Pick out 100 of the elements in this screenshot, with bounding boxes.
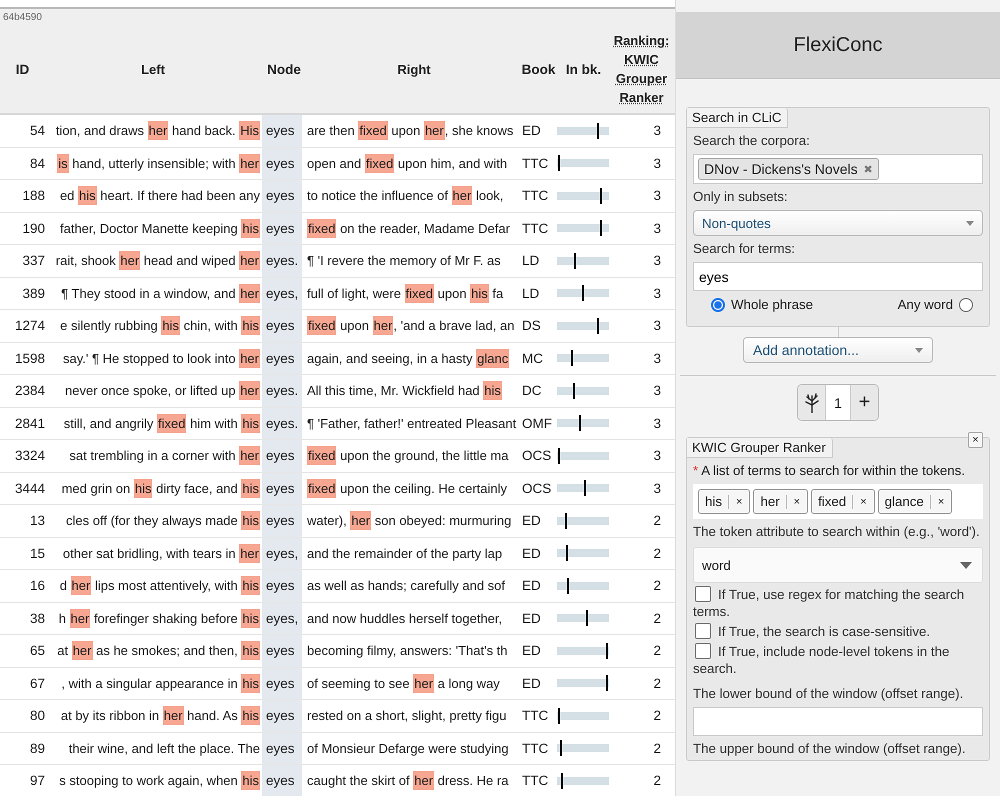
build-id: 64b4590 [2,11,43,25]
checkbox[interactable] [695,643,711,659]
column-header[interactable]: In bk. [555,25,610,113]
table-cell-text: 2 [652,610,662,628]
table-cell-text: 2 [652,544,662,563]
table-cell-text: 337 [21,252,46,270]
annotation-dropdown[interactable]: Add annotation... [743,337,933,363]
right-context: becoming filmy, answers: 'That's th [307,643,508,658]
node-word: eyes [262,570,302,602]
left-context: , with a singular appearance in his [61,676,260,691]
node-word: eyes [262,635,302,666]
checkbox-label[interactable]: If True, use regex for matching the search terms. [693,586,983,620]
right-context: and now huddles herself together, [307,610,502,626]
table-cell-text: 2 [652,740,662,758]
radio-label[interactable]: Whole phrase [731,297,814,312]
remove-tag-button[interactable]: × [930,496,952,508]
table-cell-text: 389 [21,284,46,303]
column-header[interactable]: ID [0,25,46,113]
table-cell-text: LD [521,252,540,270]
checkbox[interactable] [695,623,711,639]
table-cell-text: ED [521,512,542,530]
column-header[interactable]: Right [302,25,521,113]
tag-label: glance [878,494,931,508]
table-cell-text: 1598 [14,350,46,368]
table-cell-text: 2 [652,772,662,790]
table-cell-text: 97 [28,772,46,790]
remove-tag-button[interactable]: × [729,496,750,508]
table-cell-text: 80 [28,707,46,726]
table-cell-text: 3 [652,154,662,173]
close-button[interactable]: × [968,432,983,448]
node-word: eyes [262,115,302,146]
table-cell-text: 67 [28,674,46,693]
left-context: say.' ¶ He stopped to look into her [63,350,260,366]
table-cell-text: 2841 [14,414,46,433]
attribute-select[interactable]: word [693,547,983,583]
table-cell-text: OMF [521,414,553,433]
subset-select[interactable]: Non-quotes [693,210,983,236]
left-context: is hand, utterly insensible; with her [57,156,260,171]
checkbox-label[interactable]: If True, include node-level tokens in the search. [693,643,983,677]
radio-button[interactable] [711,298,725,312]
corpora-field[interactable]: DNov - Dickens's Novels ✖ [693,154,983,184]
column-header[interactable]: Node [262,25,302,113]
bound-input[interactable] [693,707,983,736]
caret-icon [960,562,972,568]
app-title: FlexiConc [794,34,882,56]
node-word: eyes [262,700,302,732]
table-cell-text: 15 [28,544,46,563]
left-context: d her lips most attentively, with his [60,578,260,594]
field-label: The upper bound of the window (offset range). [693,740,967,758]
table-cell-text: 3444 [14,480,46,498]
table-cell-text: 89 [28,740,46,758]
fieldset-legend: Search in CLiC [687,108,788,128]
add-button[interactable]: + [851,385,878,420]
table-cell-text: 3 [652,252,662,270]
table-cell-text: 190 [21,220,46,238]
column-header[interactable]: Book [521,25,555,113]
node-word: eyes [262,212,302,244]
column-header[interactable]: Ranking: KWIC Grouper Ranker [610,25,675,113]
remove-tag-button[interactable]: ✖ [864,162,873,176]
table-cell-text: ED [521,610,542,628]
right-context: fixed upon the ceiling. He certainly [307,480,508,496]
left-context: med grin on his dirty face, and his [62,480,260,496]
right-context: ¶ 'I revere the memory of Mr F. as [307,253,501,268]
remove-tag-button[interactable]: × [853,496,874,508]
checkbox[interactable] [695,586,711,602]
table-cell-text: TTC [521,220,550,238]
right-context: fixed on the reader, Madame Defar [307,220,510,236]
radio-label[interactable]: Any word [898,297,953,312]
node-word: eyes, [262,602,302,634]
table-cell-text: 3 [652,187,662,206]
table-cell-text: OCS [521,480,552,498]
node-word: eyes. [262,245,302,276]
table-cell-text: 54 [28,122,46,140]
left-context: cles off (for they always made his [66,513,260,528]
table-cell-text: 13 [28,512,46,530]
node-word: eyes, [262,278,302,309]
caret-icon [915,348,923,352]
node-word: eyes [262,342,302,374]
field-label: The token attribute to search within (e.g., 'word'). [693,523,981,541]
left-context: other sat bridling, with tears in her [62,546,260,561]
radio-button[interactable] [959,298,973,312]
left-context: rait, shook her head and wiped her [56,253,260,268]
remove-tag-button[interactable]: × [786,496,808,508]
checkbox-label[interactable]: If True, the search is case-sensitive. [693,623,983,640]
node-word: eyes [262,148,302,179]
terms-field[interactable]: his × her × fixed × glance × [693,484,983,519]
table-cell-text: 2384 [14,382,46,400]
right-context: again, and seeing, in a hasty glanc [307,350,510,366]
table-cell-text: 3 [652,220,662,238]
table-cell-text: ED [521,122,542,140]
step-value: 1 [825,385,851,420]
terms-input[interactable]: eyes [693,262,983,291]
left-context: ed his heart. If there had been any [60,188,260,204]
tree-button[interactable] [798,385,825,420]
table-cell-text: 3 [652,382,662,400]
right-context: full of light, were fixed upon his fa [307,286,504,301]
table-cell-text: 3 [652,480,662,498]
column-header[interactable]: Left [46,25,262,113]
right-context: ¶ 'Father, father!' entreated Pleasant [307,416,516,431]
right-context: rested on a short, slight, pretty figu [307,708,506,724]
